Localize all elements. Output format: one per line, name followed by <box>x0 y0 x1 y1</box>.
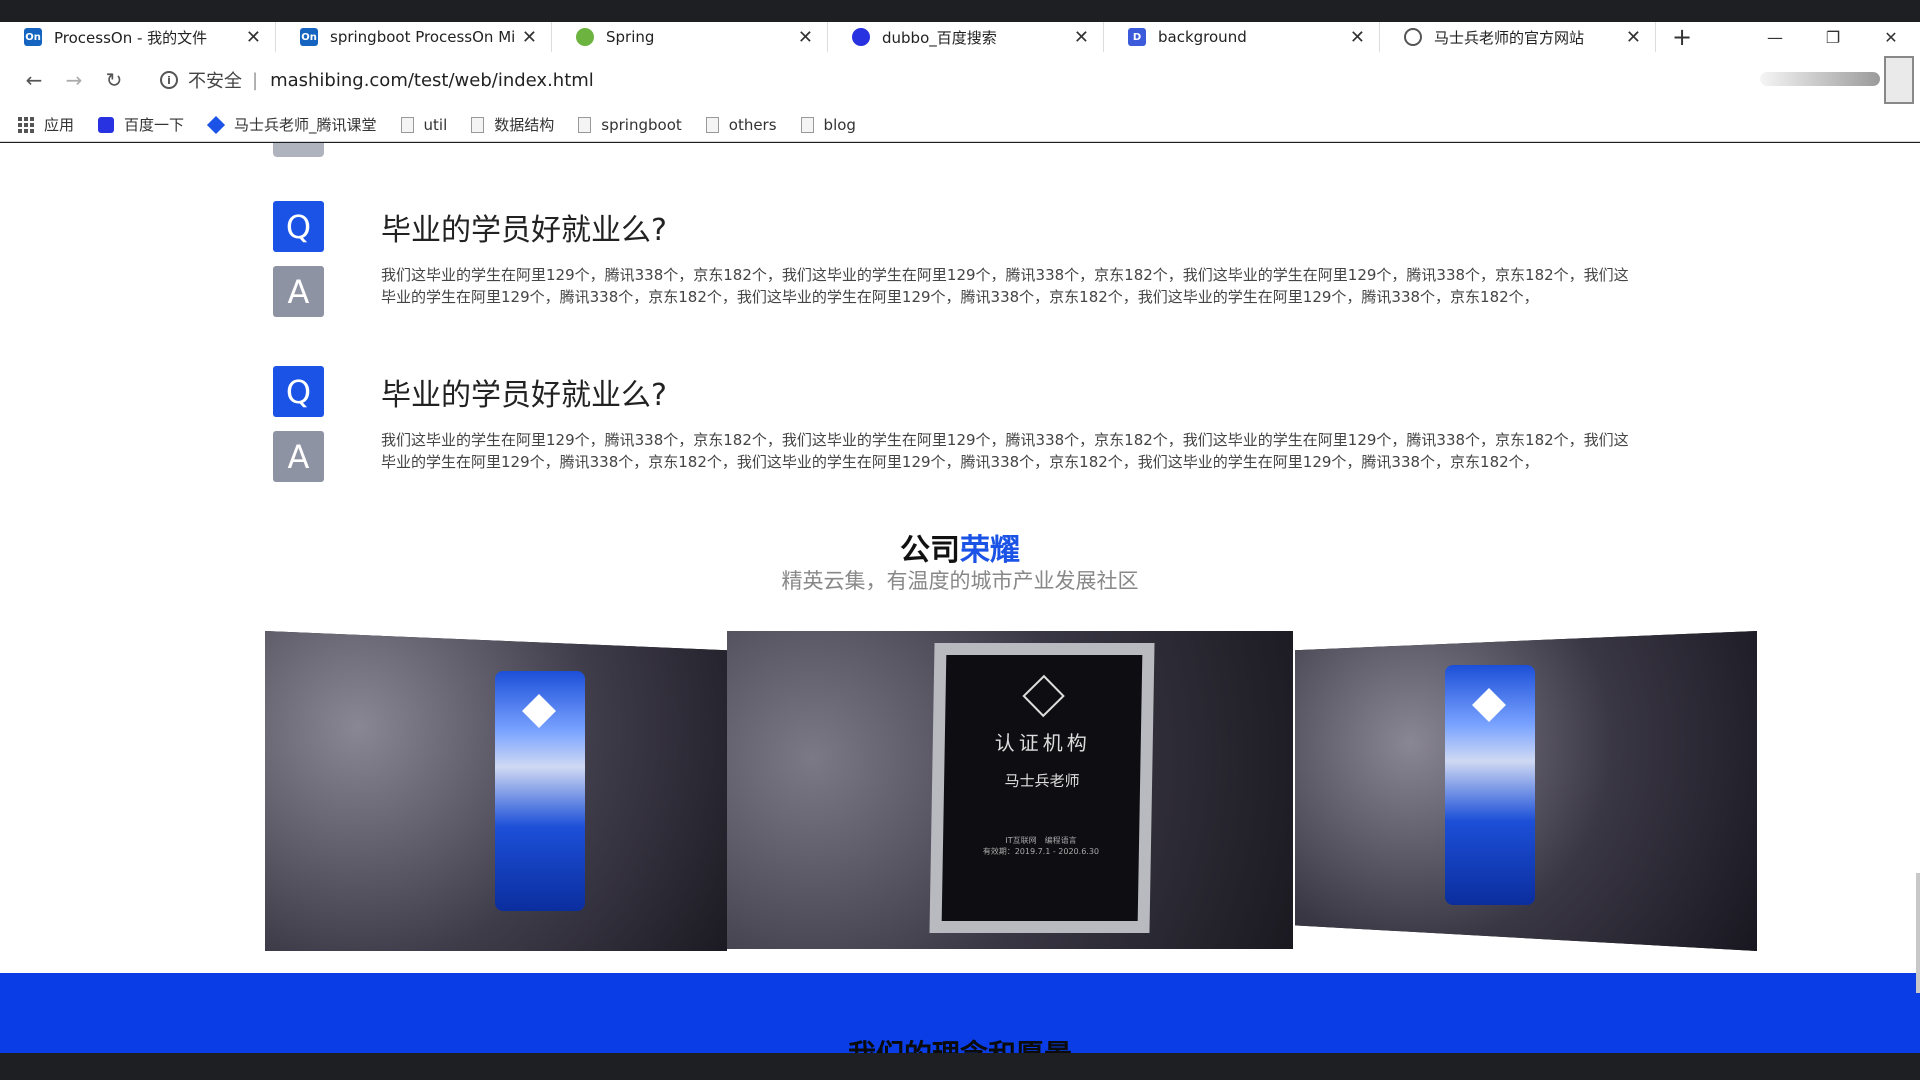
answer-text: 我们这毕业的学生在阿里129个，腾讯338个，京东182个，我们这毕业的学生在阿… <box>381 266 1629 306</box>
question-badge: Q <box>273 366 324 417</box>
bookmark-label: util <box>423 115 448 134</box>
bookmark-label: 数据结构 <box>494 116 555 134</box>
answer-badge: A <box>273 431 324 482</box>
tab-spring[interactable]: Spring ✕ <box>552 22 828 52</box>
bookmark-label: blog <box>823 115 856 134</box>
tab-title: Spring <box>606 28 655 46</box>
trophy-photo[interactable] <box>1295 631 1757 951</box>
apps-grid-icon <box>18 116 34 133</box>
processon-icon: On <box>300 28 318 46</box>
processon-icon: On <box>24 28 42 46</box>
bookmark-blog[interactable]: blog <box>800 115 856 134</box>
bookmark-label: 马士兵老师_腾讯课堂 <box>234 116 377 134</box>
info-icon[interactable]: i <box>160 71 178 89</box>
philosophy-section: 我们的理念和愿景 <box>0 973 1920 1053</box>
page-icon <box>800 116 814 133</box>
trophy-image <box>495 671 585 911</box>
tab-springboot-processon[interactable]: On springboot ProcessOn Min ✕ <box>276 22 552 52</box>
globe-icon <box>1404 28 1422 46</box>
section-subtitle: 精英云集，有温度的城市产业发展社区 <box>781 569 1139 593</box>
plaque-line: IT互联网 编程语言 <box>1005 836 1077 845</box>
answer-badge: A <box>273 266 324 317</box>
close-icon[interactable]: ✕ <box>1074 27 1089 48</box>
previous-answer-badge <box>273 143 324 157</box>
bookmark-baidu[interactable]: 百度一下 <box>98 114 184 135</box>
tab-background[interactable]: D background ✕ <box>1104 22 1380 52</box>
tab-dubbo-baidu[interactable]: dubbo_百度搜索 ✕ <box>828 22 1104 52</box>
bookmark-apps[interactable]: 应用 <box>18 114 74 135</box>
tab-processon[interactable]: On ProcessOn - 我的文件 ✕ <box>0 22 276 52</box>
scrollbar-thumb[interactable] <box>1916 873 1920 993</box>
close-icon[interactable]: ✕ <box>522 27 537 48</box>
url-text[interactable]: mashibing.com/test/web/index.html <box>270 70 594 91</box>
extension-area <box>1760 72 1880 86</box>
tab-mashibing[interactable]: 马士兵老师的官方网站 ✕ <box>1380 22 1656 52</box>
page-viewport[interactable]: Q 毕业的学员好就业么? A 我们这毕业的学生在阿里129个，腾讯338个，京东… <box>0 143 1920 1053</box>
browser-toolbar: ← → ↻ i 不安全 | mashibing.com/test/web/ind… <box>0 52 1920 108</box>
page-icon <box>400 116 414 133</box>
close-icon[interactable]: ✕ <box>1626 27 1641 48</box>
close-icon[interactable]: ✕ <box>1350 27 1365 48</box>
plaque-line: 有效期：2019.7.1 - 2020.6.30 <box>982 847 1100 856</box>
page-icon <box>578 116 592 133</box>
bookmark-label: 应用 <box>44 116 75 134</box>
bookmark-label: others <box>728 115 777 134</box>
leaf-icon <box>576 28 594 46</box>
question-text: 毕业的学员好就业么? <box>381 213 667 248</box>
tab-title: springboot ProcessOn Min <box>330 28 514 46</box>
tab-strip: On ProcessOn - 我的文件 ✕ On springboot Proc… <box>0 22 1920 52</box>
plaque-name: 马士兵老师 <box>1004 772 1080 790</box>
close-icon[interactable]: ✕ <box>798 27 813 48</box>
certificate-plaque: 认证机构 马士兵老师 IT互联网 编程语言 有效期：2019.7.1 - 202… <box>929 643 1155 933</box>
trophy-image <box>1445 665 1535 905</box>
section-title: 公司荣耀 <box>0 525 1920 569</box>
bookmark-others[interactable]: others <box>705 115 777 134</box>
bookmark-tencent[interactable]: 马士兵老师_腾讯课堂 <box>206 114 377 135</box>
tab-title: ProcessOn - 我的文件 <box>54 28 208 47</box>
bookmarks-bar: 应用 百度一下 马士兵老师_腾讯课堂 util 数据结构 springboot … <box>0 108 1920 142</box>
window-controls: — ❐ ✕ <box>1746 22 1920 52</box>
bookmark-label: 百度一下 <box>124 116 185 134</box>
bookmark-util[interactable]: util <box>400 115 448 134</box>
question-badge: Q <box>273 201 324 252</box>
question-text: 毕业的学员好就业么? <box>381 378 667 413</box>
close-window-icon[interactable]: ✕ <box>1862 22 1920 52</box>
insecure-label: 不安全 <box>188 71 242 92</box>
new-tab-button[interactable]: + <box>1668 23 1696 51</box>
tab-title: dubbo_百度搜索 <box>882 28 997 47</box>
page-icon <box>471 116 485 133</box>
plaque-title: 认证机构 <box>994 731 1091 755</box>
section-title: 我们的理念和愿景 <box>0 1033 1920 1053</box>
close-icon[interactable]: ✕ <box>246 27 261 48</box>
d-icon: D <box>1128 28 1146 46</box>
address-separator: | <box>252 69 259 91</box>
minimize-icon[interactable]: — <box>1746 22 1804 52</box>
answer-text: 我们这毕业的学生在阿里129个，腾讯338个，京东182个，我们这毕业的学生在阿… <box>381 431 1629 471</box>
reload-icon[interactable]: ↻ <box>94 68 134 92</box>
title-plain: 公司 <box>900 533 960 568</box>
extension-icon[interactable] <box>1884 56 1914 104</box>
title-accent: 荣耀 <box>960 533 1020 568</box>
bookmark-label: springboot <box>601 115 682 134</box>
os-bottom-bar <box>0 1053 1920 1080</box>
back-icon[interactable]: ← <box>14 68 54 92</box>
trophy-photo[interactable] <box>265 631 727 951</box>
certificate-photo[interactable]: 认证机构 马士兵老师 IT互联网 编程语言 有效期：2019.7.1 - 202… <box>727 631 1293 949</box>
forward-icon[interactable]: → <box>54 68 94 92</box>
page-icon <box>705 116 719 133</box>
tencent-icon <box>206 115 226 134</box>
paw-icon <box>852 28 870 46</box>
bookmark-springboot[interactable]: springboot <box>578 115 682 134</box>
baidu-icon <box>98 116 115 133</box>
restore-icon[interactable]: ❐ <box>1804 22 1862 52</box>
tab-title: background <box>1158 28 1247 46</box>
bookmark-data-structures[interactable]: 数据结构 <box>471 114 554 135</box>
plaque-logo-icon <box>1022 674 1065 718</box>
honor-carousel[interactable]: 认证机构 马士兵老师 IT互联网 编程语言 有效期：2019.7.1 - 202… <box>265 631 1757 951</box>
os-top-bar <box>0 0 1920 22</box>
tab-title: 马士兵老师的官方网站 <box>1434 28 1585 47</box>
address-bar[interactable]: i 不安全 | mashibing.com/test/web/index.htm… <box>160 67 594 93</box>
